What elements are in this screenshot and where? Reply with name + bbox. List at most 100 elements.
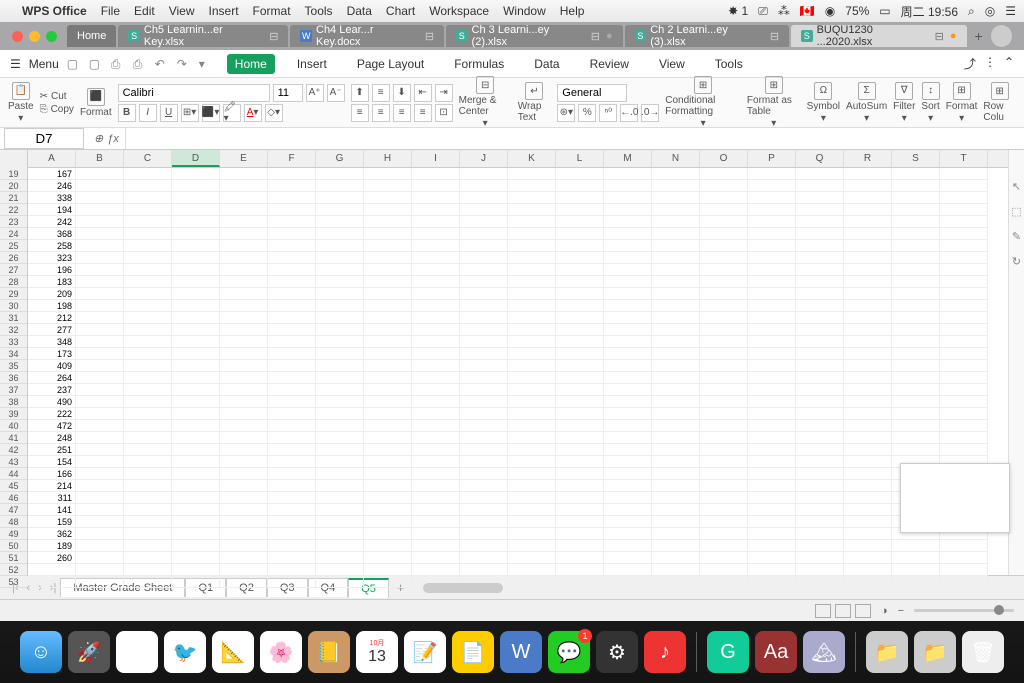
cell[interactable] xyxy=(700,504,748,516)
cell[interactable]: 173 xyxy=(28,348,76,360)
cell[interactable] xyxy=(316,396,364,408)
cells-area[interactable]: 1672463381942423682583231961832091982122… xyxy=(28,168,1008,575)
cell[interactable] xyxy=(940,300,988,312)
cell[interactable] xyxy=(556,360,604,372)
cell[interactable] xyxy=(844,168,892,180)
cell[interactable] xyxy=(604,312,652,324)
row-header[interactable]: 22 xyxy=(0,204,27,216)
cell[interactable] xyxy=(172,192,220,204)
cell[interactable] xyxy=(316,276,364,288)
dock-folder1[interactable]: 📁 xyxy=(866,631,908,673)
align-middle-button[interactable]: ≡ xyxy=(372,84,390,102)
cell[interactable] xyxy=(268,180,316,192)
cell[interactable] xyxy=(76,264,124,276)
cell[interactable] xyxy=(748,312,796,324)
menu-file[interactable]: File xyxy=(101,4,120,18)
cell[interactable] xyxy=(316,180,364,192)
cell[interactable] xyxy=(460,312,508,324)
cell[interactable] xyxy=(892,192,940,204)
row-header[interactable]: 33 xyxy=(0,336,27,348)
cell[interactable] xyxy=(604,372,652,384)
cell[interactable] xyxy=(556,504,604,516)
cell[interactable] xyxy=(124,216,172,228)
cell[interactable] xyxy=(796,192,844,204)
cell[interactable] xyxy=(652,456,700,468)
qat-undo-icon[interactable]: ↶ xyxy=(155,57,169,71)
qat-new-icon[interactable]: ▢ xyxy=(67,57,81,71)
col-header-A[interactable]: A xyxy=(28,150,76,167)
cell[interactable] xyxy=(844,240,892,252)
cell[interactable] xyxy=(652,276,700,288)
cell[interactable] xyxy=(220,252,268,264)
cell[interactable] xyxy=(892,288,940,300)
dock-trash[interactable]: 🗑 xyxy=(962,631,1004,673)
cell[interactable] xyxy=(556,480,604,492)
cell[interactable] xyxy=(220,480,268,492)
cell[interactable] xyxy=(172,372,220,384)
cell[interactable] xyxy=(124,276,172,288)
cell[interactable] xyxy=(28,576,76,588)
sort-button[interactable]: ↕Sort▾ xyxy=(921,82,939,124)
cell[interactable] xyxy=(508,276,556,288)
cell[interactable] xyxy=(700,456,748,468)
cell[interactable] xyxy=(364,336,412,348)
cell[interactable] xyxy=(604,348,652,360)
cell[interactable] xyxy=(220,372,268,384)
row-header[interactable]: 27 xyxy=(0,264,27,276)
cell[interactable] xyxy=(748,408,796,420)
cell[interactable] xyxy=(604,432,652,444)
cell[interactable] xyxy=(700,468,748,480)
cell[interactable]: 183 xyxy=(28,276,76,288)
cell[interactable] xyxy=(172,204,220,216)
cell[interactable] xyxy=(412,288,460,300)
cell[interactable] xyxy=(940,348,988,360)
cell[interactable] xyxy=(604,264,652,276)
cell[interactable] xyxy=(76,348,124,360)
cell[interactable] xyxy=(700,408,748,420)
cell[interactable] xyxy=(556,468,604,480)
cell[interactable] xyxy=(508,312,556,324)
cell[interactable]: 258 xyxy=(28,240,76,252)
cell[interactable] xyxy=(508,528,556,540)
cell[interactable] xyxy=(844,252,892,264)
cell[interactable] xyxy=(556,540,604,552)
cell[interactable] xyxy=(412,240,460,252)
cell[interactable] xyxy=(316,264,364,276)
cell[interactable] xyxy=(700,180,748,192)
cell[interactable] xyxy=(940,252,988,264)
cell[interactable] xyxy=(508,456,556,468)
cell[interactable] xyxy=(316,288,364,300)
cell[interactable] xyxy=(124,528,172,540)
cell[interactable] xyxy=(748,528,796,540)
cell[interactable] xyxy=(652,372,700,384)
cell[interactable] xyxy=(460,348,508,360)
dock-folder2[interactable]: 📁 xyxy=(914,631,956,673)
align-top-button[interactable]: ⬆ xyxy=(351,84,369,102)
cell[interactable] xyxy=(268,576,316,588)
hamburger-icon[interactable]: ☰ xyxy=(10,57,21,71)
cell[interactable] xyxy=(700,420,748,432)
cell[interactable] xyxy=(316,432,364,444)
row-header[interactable]: 44 xyxy=(0,468,27,480)
cell[interactable] xyxy=(460,180,508,192)
cell[interactable] xyxy=(748,348,796,360)
cell[interactable] xyxy=(556,528,604,540)
percent-button[interactable]: % xyxy=(578,104,596,122)
italic-button[interactable]: I xyxy=(139,104,157,122)
maximize-window[interactable] xyxy=(46,31,57,42)
cell[interactable] xyxy=(220,312,268,324)
cell[interactable] xyxy=(220,300,268,312)
cell[interactable] xyxy=(844,516,892,528)
cell[interactable] xyxy=(268,564,316,576)
cell[interactable] xyxy=(796,168,844,180)
cell[interactable] xyxy=(700,216,748,228)
cell[interactable] xyxy=(460,300,508,312)
cell[interactable] xyxy=(412,168,460,180)
cell[interactable] xyxy=(76,432,124,444)
cell[interactable] xyxy=(940,432,988,444)
cell[interactable] xyxy=(700,396,748,408)
column-headers[interactable]: ABCDEFGHIJKLMNOPQRST xyxy=(28,150,1008,168)
cell[interactable] xyxy=(172,504,220,516)
cell[interactable] xyxy=(604,324,652,336)
cell[interactable] xyxy=(364,504,412,516)
